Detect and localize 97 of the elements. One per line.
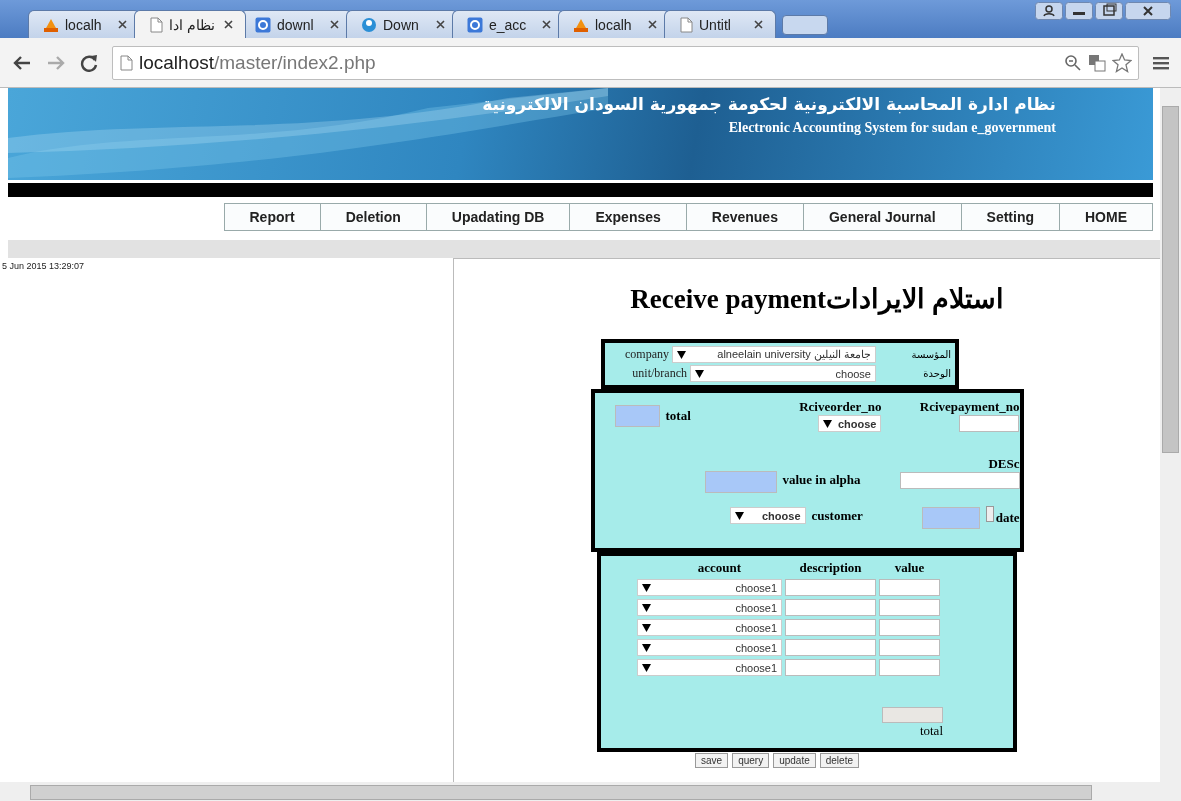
caret-icon xyxy=(677,350,686,359)
close-icon xyxy=(224,20,233,29)
close-icon xyxy=(436,20,445,29)
input-field[interactable] xyxy=(785,619,876,636)
nav-link[interactable]: Expenses xyxy=(569,203,686,231)
spinner[interactable] xyxy=(985,506,994,522)
field-label: المؤسسة xyxy=(910,349,951,360)
input-field[interactable] xyxy=(879,579,940,596)
input-field[interactable] xyxy=(785,639,876,656)
field-label: customer xyxy=(811,507,863,524)
input-field[interactable] xyxy=(879,619,940,636)
caret-icon xyxy=(734,511,744,520)
input-field[interactable] xyxy=(614,405,660,427)
form-title: استلام الايراداتReceive payment xyxy=(630,283,1004,315)
timestamp: 5 Jun 2015 13:29:07 xyxy=(2,261,86,271)
nav-link[interactable]: HOME xyxy=(1059,203,1153,231)
caret-icon xyxy=(642,583,651,592)
close-icon xyxy=(118,20,127,29)
maximize-icon xyxy=(1095,2,1123,20)
menu-icon xyxy=(1153,55,1169,70)
field-label: total xyxy=(919,723,943,739)
header-subtitle: Electronic Accounting System for sudan e_government xyxy=(727,120,1056,136)
input-field[interactable] xyxy=(785,579,876,596)
close-icon xyxy=(1125,2,1171,20)
input-field[interactable] xyxy=(879,639,940,656)
dropdown[interactable]: choose1 xyxy=(637,639,782,656)
caret-icon xyxy=(822,419,832,428)
close-icon xyxy=(542,20,551,29)
field-label: unit/branch xyxy=(631,366,687,381)
close-icon xyxy=(330,20,339,29)
form-button[interactable]: query xyxy=(732,753,770,768)
caret-icon xyxy=(642,603,651,612)
field-label: Rciveorder_no xyxy=(799,399,882,415)
input-field[interactable] xyxy=(704,471,777,493)
app-icon xyxy=(255,16,271,33)
url-text: localhost/master/index2.php xyxy=(139,51,377,74)
nav-link[interactable]: Setting xyxy=(960,203,1059,231)
column-header: description xyxy=(798,560,863,576)
dropdown[interactable]: choose xyxy=(817,415,882,432)
column-header: value xyxy=(893,560,926,576)
field-label: company xyxy=(624,347,669,362)
translate-icon xyxy=(1088,53,1106,72)
form-button[interactable]: save xyxy=(695,753,729,768)
close-icon xyxy=(754,20,763,29)
input-field[interactable] xyxy=(959,415,1020,432)
field-label: total xyxy=(665,408,691,424)
browser-tab[interactable]: Untitl xyxy=(664,10,776,38)
caret-icon xyxy=(642,663,651,672)
dropdown[interactable]: choose1 xyxy=(637,619,782,636)
input-field[interactable] xyxy=(899,472,1020,489)
vertical-scrollbar[interactable] xyxy=(1160,88,1181,782)
field-label: date xyxy=(995,510,1020,526)
header-title: نظام ادارة المحاسبة الالكترونية لحكومة جمهورية السودان الالكترونية xyxy=(482,94,1056,114)
input-field[interactable] xyxy=(785,599,876,616)
column-header: account xyxy=(696,560,743,576)
globe-icon xyxy=(361,16,377,33)
page-icon xyxy=(119,54,133,71)
input-field[interactable] xyxy=(921,507,980,529)
dropdown[interactable]: choose1 xyxy=(637,599,782,616)
new-tab-button[interactable] xyxy=(782,15,828,35)
input-field[interactable] xyxy=(879,599,940,616)
input-field[interactable] xyxy=(879,659,940,676)
nav-link[interactable]: General Journal xyxy=(802,203,961,231)
horizontal-scrollbar[interactable] xyxy=(0,782,1181,801)
dropdown[interactable]: choose xyxy=(729,507,806,524)
minimize-icon xyxy=(1065,2,1093,20)
nav-link[interactable]: Upadating DB xyxy=(425,203,570,231)
caret-icon xyxy=(642,623,651,632)
form-button[interactable]: delete xyxy=(819,753,859,768)
input-field[interactable] xyxy=(882,707,943,723)
caret-icon xyxy=(642,643,651,652)
close-icon xyxy=(648,20,657,29)
field-label: الوحدة xyxy=(922,368,951,379)
field-label: Rcivepayment_no xyxy=(919,399,1020,415)
dropdown[interactable]: choose1 xyxy=(637,659,782,676)
back-icon xyxy=(12,54,32,71)
reload-icon xyxy=(80,53,98,72)
zoom-icon xyxy=(1064,53,1082,72)
browser-tab[interactable]: نظام ادا xyxy=(134,10,246,38)
nav-link[interactable]: Revenues xyxy=(685,203,803,231)
dropdown[interactable]: choose1 xyxy=(637,579,782,596)
user-icon xyxy=(1035,2,1063,20)
input-field[interactable] xyxy=(785,659,876,676)
field-label: DESc xyxy=(988,456,1020,472)
nav-link[interactable]: Deletion xyxy=(319,203,426,231)
star-icon xyxy=(1112,52,1132,73)
page-icon xyxy=(149,16,163,33)
address-bar[interactable]: localhost/master/index2.php xyxy=(112,45,1139,80)
nav-link[interactable]: Report xyxy=(223,203,320,231)
page-icon xyxy=(679,16,693,33)
field-label: value in alpha xyxy=(782,472,861,488)
dropdown[interactable]: choose xyxy=(690,365,876,382)
app-icon xyxy=(467,16,483,33)
form-button[interactable]: update xyxy=(773,753,816,768)
caret-icon xyxy=(695,369,704,378)
dropdown[interactable]: alneelain university جامعة النيلين xyxy=(672,346,876,363)
forward-icon xyxy=(46,54,66,71)
